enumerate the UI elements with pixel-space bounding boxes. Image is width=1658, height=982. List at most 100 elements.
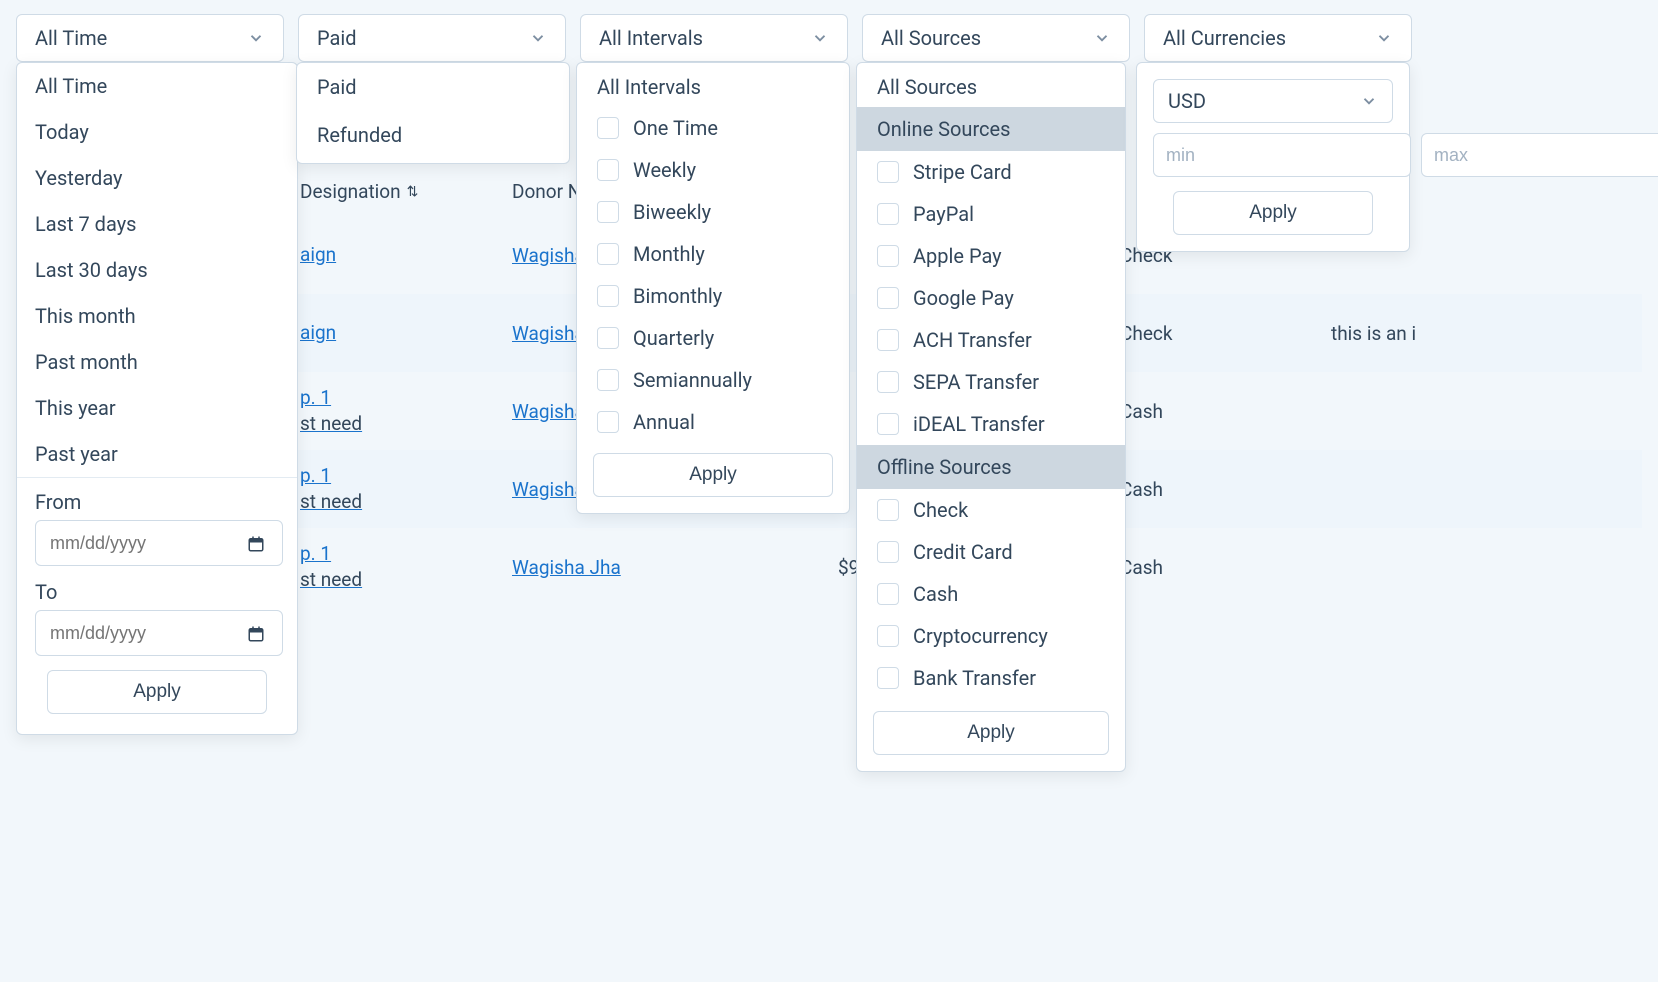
checkbox[interactable] (877, 541, 899, 563)
time-option[interactable]: Past month (17, 339, 297, 385)
filter-sources[interactable]: All Sources (862, 14, 1130, 62)
filter-time-label: All Time (35, 26, 107, 50)
donor-link[interactable]: Wagisha (512, 400, 585, 423)
source-option[interactable]: Apple Pay (857, 235, 1125, 277)
checkbox[interactable] (597, 159, 619, 181)
donor-link[interactable]: Wagisha (512, 478, 585, 501)
designation-link[interactable]: aign (300, 320, 336, 346)
time-option[interactable]: Today (17, 109, 297, 155)
time-option[interactable]: All Time (17, 63, 297, 109)
interval-label: Biweekly (633, 200, 711, 224)
filter-paid[interactable]: Paid (298, 14, 566, 62)
checkbox[interactable] (877, 583, 899, 605)
currency-selected: USD (1168, 89, 1206, 113)
source-option[interactable]: Google Pay (857, 277, 1125, 319)
checkbox[interactable] (877, 499, 899, 521)
min-amount-input[interactable] (1153, 133, 1411, 177)
interval-label: Quarterly (633, 326, 714, 350)
interval-option[interactable]: Semiannually (577, 359, 849, 401)
interval-option[interactable]: Monthly (577, 233, 849, 275)
source-label: Apple Pay (913, 244, 1002, 268)
designation-link[interactable]: aign (300, 242, 336, 268)
source-cell: Check (1120, 322, 1172, 345)
checkbox[interactable] (877, 245, 899, 267)
checkbox[interactable] (877, 667, 899, 689)
to-date-input[interactable] (35, 610, 283, 656)
col-designation[interactable]: Designation⇅ (300, 180, 418, 203)
checkbox[interactable] (597, 285, 619, 307)
source-option[interactable]: iDEAL Transfer (857, 403, 1125, 445)
source-option[interactable]: ACH Transfer (857, 319, 1125, 361)
source-option[interactable]: Bank Transfer (857, 657, 1125, 699)
filter-paid-label: Paid (317, 26, 357, 50)
checkbox[interactable] (597, 117, 619, 139)
time-apply-button[interactable]: Apply (47, 670, 267, 714)
time-option[interactable]: Last 7 days (17, 201, 297, 247)
filter-sources-label: All Sources (881, 26, 981, 50)
checkbox[interactable] (877, 413, 899, 435)
source-option[interactable]: Check (857, 489, 1125, 531)
source-label: iDEAL Transfer (913, 412, 1045, 436)
filter-time[interactable]: All Time (16, 14, 284, 62)
interval-option[interactable]: Quarterly (577, 317, 849, 359)
currency-apply-button[interactable]: Apply (1173, 191, 1373, 235)
interval-option[interactable]: Bimonthly (577, 275, 849, 317)
sources-header[interactable]: All Sources (857, 63, 1125, 107)
time-option[interactable]: Past year (17, 431, 297, 477)
donor-link[interactable]: Wagisha (512, 322, 585, 345)
checkbox[interactable] (597, 243, 619, 265)
intervals-header[interactable]: All Intervals (577, 63, 849, 107)
time-option[interactable]: Last 30 days (17, 247, 297, 293)
time-option[interactable]: Yesterday (17, 155, 297, 201)
interval-option[interactable]: One Time (577, 107, 849, 149)
checkbox[interactable] (877, 161, 899, 183)
designation-link[interactable]: p. 1st need (300, 541, 362, 592)
currency-dropdown: USD Apply (1136, 62, 1410, 252)
checkbox[interactable] (877, 287, 899, 309)
designation-link[interactable]: p. 1st need (300, 463, 362, 514)
chevron-down-icon (1093, 29, 1111, 47)
sources-apply-button[interactable]: Apply (873, 711, 1109, 755)
paid-option[interactable]: Paid (297, 63, 569, 111)
paid-option[interactable]: Refunded (297, 111, 569, 163)
time-option[interactable]: This month (17, 293, 297, 339)
chevron-down-icon (247, 29, 265, 47)
checkbox[interactable] (597, 201, 619, 223)
interval-label: Weekly (633, 158, 696, 182)
checkbox[interactable] (877, 371, 899, 393)
currency-select[interactable]: USD (1153, 79, 1393, 123)
source-option[interactable]: Credit Card (857, 531, 1125, 573)
from-label: From (35, 490, 279, 514)
checkbox[interactable] (597, 369, 619, 391)
checkbox[interactable] (877, 203, 899, 225)
chevron-down-icon (1375, 29, 1393, 47)
source-label: Google Pay (913, 286, 1014, 310)
checkbox[interactable] (877, 329, 899, 351)
filter-intervals[interactable]: All Intervals (580, 14, 848, 62)
interval-option[interactable]: Annual (577, 401, 849, 443)
source-option[interactable]: Cryptocurrency (857, 615, 1125, 657)
source-cell: Cash (1120, 400, 1163, 423)
paid-dropdown: PaidRefunded (296, 62, 570, 164)
source-label: Bank Transfer (913, 666, 1036, 690)
source-option[interactable]: Cash (857, 573, 1125, 615)
interval-option[interactable]: Biweekly (577, 191, 849, 233)
time-option[interactable]: This year (17, 385, 297, 431)
donor-link[interactable]: Wagisha (512, 244, 585, 267)
donor-link[interactable]: Wagisha Jha (512, 556, 621, 579)
checkbox[interactable] (597, 411, 619, 433)
filter-currencies[interactable]: All Currencies (1144, 14, 1412, 62)
checkbox[interactable] (877, 625, 899, 647)
source-option[interactable]: PayPal (857, 193, 1125, 235)
max-amount-input[interactable] (1421, 133, 1658, 177)
checkbox[interactable] (597, 327, 619, 349)
source-cell: Cash (1120, 478, 1163, 501)
designation-link[interactable]: p. 1st need (300, 385, 362, 436)
from-date-input[interactable] (35, 520, 283, 566)
intervals-apply-button[interactable]: Apply (593, 453, 833, 497)
col-donor[interactable]: Donor N (512, 180, 581, 203)
source-option[interactable]: Stripe Card (857, 151, 1125, 193)
interval-option[interactable]: Weekly (577, 149, 849, 191)
to-label: To (35, 580, 279, 604)
source-option[interactable]: SEPA Transfer (857, 361, 1125, 403)
